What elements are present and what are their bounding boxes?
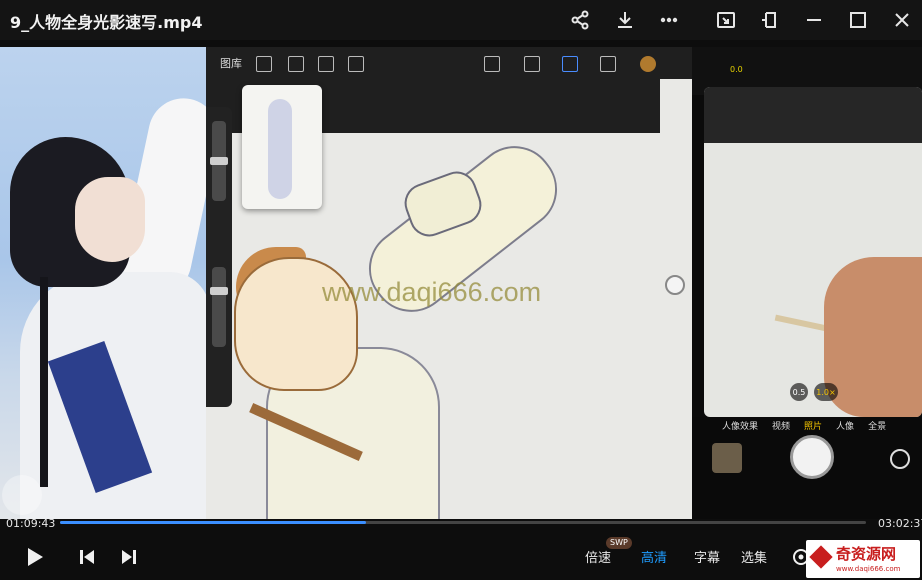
drawing-app-canvas: 图库 www.daqi666.com <box>206 47 692 519</box>
camera-viewfinder <box>704 87 922 417</box>
picture-in-picture-icon[interactable] <box>714 8 738 32</box>
previous-icon[interactable] <box>76 546 98 568</box>
close-icon[interactable] <box>890 8 914 32</box>
total-duration: 03:02:37 <box>878 517 922 530</box>
camera-mode-list: 人像效果 视频 照片 人像 全景 <box>722 419 886 432</box>
drawing-app-toolbar: 图库 <box>206 47 692 79</box>
zoom-chip-half: 0.5 <box>790 383 808 401</box>
speed-button[interactable]: 倍速 <box>585 547 611 566</box>
title-bar: 9_人物全身光影速写.mp4 <box>0 0 922 40</box>
canvas-cursor-ring <box>665 275 685 295</box>
gallery-label: 图库 <box>220 57 242 70</box>
camera-shutter <box>790 435 834 479</box>
layers-icon <box>600 56 616 72</box>
player-controls: 倍速 高清 字幕 选集 <box>0 530 922 580</box>
quality-button[interactable]: 高清 <box>641 547 667 566</box>
subtitle-button[interactable]: 字幕 <box>694 547 720 566</box>
brand-name: 奇资源网 <box>836 545 897 563</box>
eraser-icon <box>562 56 578 72</box>
camera-zoom-readout: 0.0 <box>730 65 743 74</box>
zoom-chip-one: 1.0× <box>814 383 838 401</box>
smudge-icon <box>524 56 540 72</box>
floating-button <box>2 475 42 515</box>
brush-icon <box>484 56 500 72</box>
swp-badge: SWP <box>606 537 632 549</box>
progress-fill <box>60 521 367 524</box>
color-swatch-icon <box>640 56 656 72</box>
next-icon[interactable] <box>118 546 140 568</box>
camera-mode-item: 人像效果 <box>722 422 759 432</box>
camera-gallery-preview <box>712 443 742 473</box>
share-icon[interactable] <box>568 8 592 32</box>
video-frame[interactable]: 图库 www.daqi666.com 0.0 0.5 1.0× 人像效果 视频 … <box>0 47 922 519</box>
reference-photo <box>0 47 206 519</box>
progress-bar[interactable] <box>60 521 866 524</box>
phone-camera-view: 0.0 0.5 1.0× 人像效果 视频 照片 人像 全景 <box>692 47 922 519</box>
camera-mode-item-active: 照片 <box>804 422 823 432</box>
download-icon[interactable] <box>613 8 637 32</box>
maximize-icon[interactable] <box>846 8 870 32</box>
camera-flip-icon <box>890 449 910 469</box>
brand-url: www.daqi666.com <box>836 565 901 573</box>
selection-icon <box>318 56 334 72</box>
watermark-text: www.daqi666.com <box>322 277 542 307</box>
minimize-icon[interactable] <box>802 8 826 32</box>
more-icon[interactable] <box>657 8 681 32</box>
brand-mark-icon <box>809 545 833 569</box>
episodes-button[interactable]: 选集 <box>741 547 767 566</box>
drawing-app-sidebar <box>206 107 232 407</box>
brand-logo: 奇资源网 www.daqi666.com <box>806 540 920 578</box>
camera-mode-item: 人像 <box>836 422 855 432</box>
camera-mode-item: 视频 <box>772 422 791 432</box>
camera-mode-item: 全景 <box>868 422 887 432</box>
transform-icon <box>348 56 364 72</box>
adjust-icon <box>288 56 304 72</box>
reference-thumbnail <box>242 85 322 209</box>
play-icon[interactable] <box>24 546 46 568</box>
elapsed-time: 01:09:43 <box>6 517 56 530</box>
wrench-icon <box>256 56 272 72</box>
video-title: 9_人物全身光影速写.mp4 <box>10 13 203 32</box>
pin-window-icon[interactable] <box>758 8 782 32</box>
